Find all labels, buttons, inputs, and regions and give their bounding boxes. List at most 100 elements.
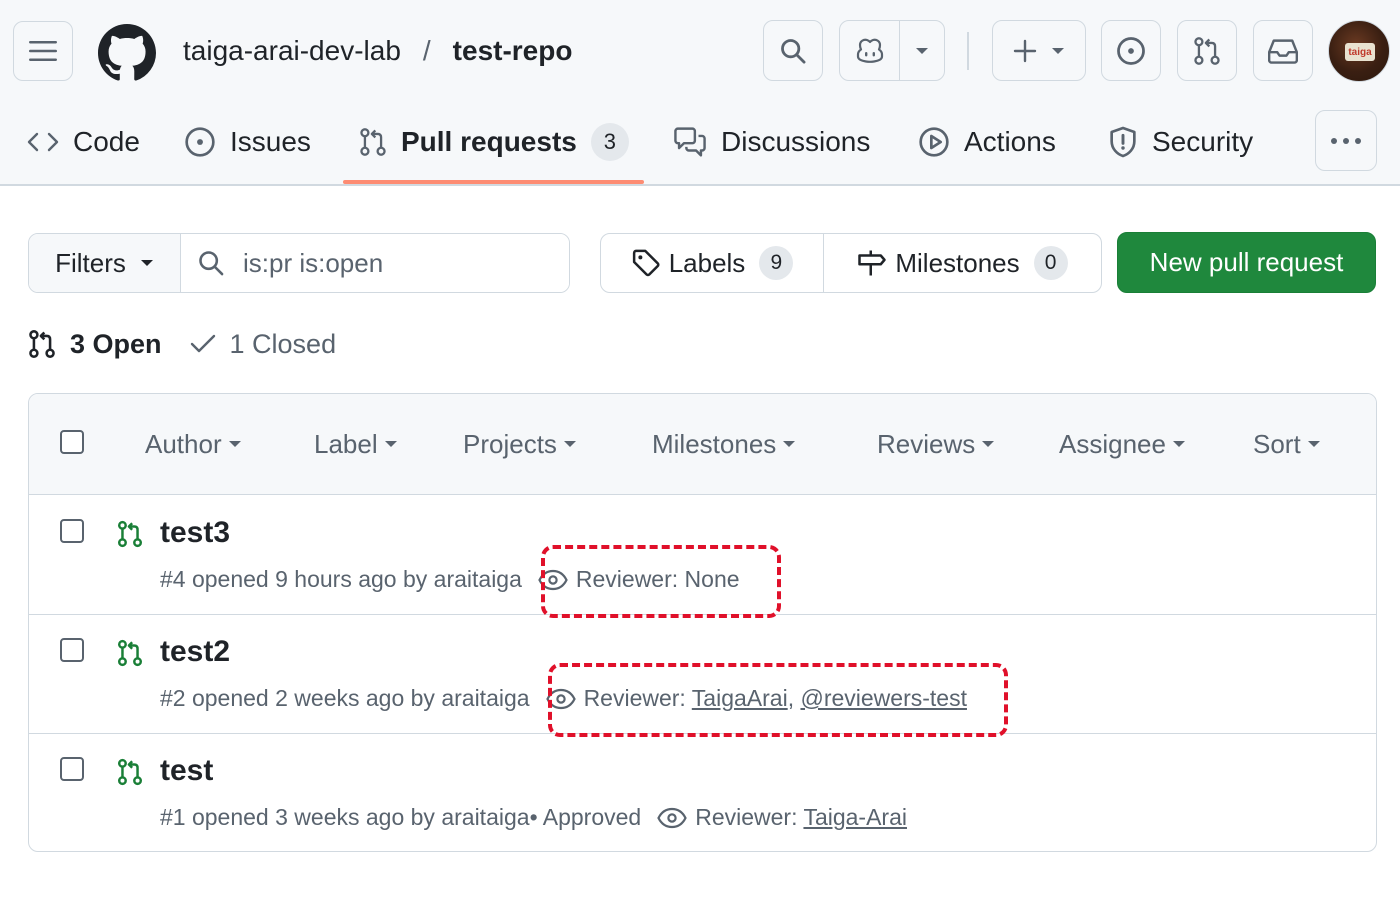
milestones-button-label: Milestones [895,247,1020,278]
closed-prs-link[interactable]: 1 Closed [190,329,336,360]
github-logo-icon[interactable] [98,24,156,82]
copilot-menu-button[interactable] [900,21,944,80]
pr-select-checkbox[interactable] [60,638,84,662]
comment-discussion-icon [674,127,706,157]
inbox-button[interactable] [1253,20,1313,81]
pr-opened-info: #2 opened 2 weeks ago by araitaiga [160,685,530,711]
issue-opened-icon [1117,36,1145,65]
assignee-filter-button[interactable]: Assignee [1059,424,1186,464]
pr-select-checkbox[interactable] [60,757,84,781]
breadcrumb-separator: / [422,35,431,66]
tab-actions[interactable]: Actions [918,112,1056,172]
list-header: Author Label Projects Milestones Reviews… [29,394,1376,495]
new-pull-request-button[interactable]: New pull request [1117,232,1376,293]
tab-pull-requests[interactable]: Pull requests 3 [359,112,629,172]
tab-discussions-label: Discussions [721,126,871,157]
copilot-button-group [839,20,945,81]
tab-code[interactable]: Code [27,112,140,172]
git-pull-request-icon [1194,36,1220,65]
tab-issues[interactable]: Issues [184,112,311,172]
tab-actions-label: Actions [964,126,1056,157]
app-header: taiga-arai-dev-lab / test-repo taiga Cod… [0,0,1400,186]
milestones-count-badge: 0 [1033,246,1068,280]
select-all-checkbox[interactable] [60,430,84,454]
pr-title-link[interactable]: test2 [160,635,230,669]
check-icon [190,334,215,353]
author-filter-button[interactable]: Author [145,424,242,464]
filter-search-field[interactable] [181,234,569,292]
pr-title-link[interactable]: test3 [160,516,230,550]
inbox-icon [1268,38,1298,64]
tab-security[interactable]: Security [1108,112,1253,172]
milestones-filter-button[interactable]: Milestones [652,424,796,464]
filter-search-input[interactable] [243,247,543,279]
pr-opened-info: #1 opened 3 weeks ago by araitaiga [160,804,530,830]
search-icon [199,251,224,276]
projects-filter-button[interactable]: Projects [463,424,577,464]
tab-code-label: Code [73,126,140,157]
more-tabs-button[interactable] [1315,110,1377,171]
labels-button[interactable]: Labels 9 [601,234,824,292]
labels-button-label: Labels [668,247,746,278]
header-divider [967,32,969,70]
pr-select-checkbox[interactable] [60,519,84,543]
git-pull-request-open-icon [117,639,143,667]
triangle-down-icon [384,441,397,447]
open-prs-link[interactable]: 3 Open [28,329,162,360]
code-icon [27,132,59,152]
search-button[interactable] [763,20,823,81]
triangle-down-icon [783,441,796,447]
triangle-down-icon [228,441,241,447]
repo-nav: Code Issues Pull requests 3 Discussions … [0,112,1400,172]
label-filter-button[interactable]: Label [314,424,398,464]
filter-bar: Filters [28,233,570,293]
git-pull-request-icon [29,330,55,358]
breadcrumb: taiga-arai-dev-lab / test-repo [183,32,572,70]
menu-button[interactable] [13,21,73,81]
pull-requests-count-badge: 3 [590,123,629,161]
plus-icon [1013,39,1037,62]
tab-pull-requests-label: Pull requests [401,126,577,157]
open-prs-label: 3 Open [70,328,162,359]
tab-discussions[interactable]: Discussions [673,112,870,172]
labels-milestones-group: Labels 9 Milestones 0 [600,233,1102,293]
your-pull-requests-button[interactable] [1177,20,1237,81]
selected-tab-underline [343,180,644,184]
tab-security-label: Security [1152,126,1254,157]
filters-button-label: Filters [55,247,126,278]
reviews-filter-button[interactable]: Reviews [877,424,995,464]
copilot-button[interactable] [840,21,900,80]
pr-review-status[interactable]: • Approved [530,804,642,831]
pr-reviewers: Reviewer: Taiga-Arai [657,804,907,831]
pull-request-list: Author Label Projects Milestones Reviews… [28,393,1377,852]
kebab-horizontal-icon [1331,137,1361,144]
triangle-down-icon [563,441,576,447]
triangle-down-icon [1052,47,1064,54]
user-avatar[interactable]: taiga [1328,20,1390,82]
sort-button[interactable]: Sort [1253,424,1321,464]
eye-icon [657,807,687,828]
reviewer-prefix: Reviewer: [695,804,804,830]
sort-label: Sort [1253,428,1301,459]
filters-button[interactable]: Filters [29,234,181,292]
tag-icon [632,249,660,277]
annotation-highlight-box [541,545,781,618]
shield-icon [1110,126,1136,158]
create-new-button[interactable] [992,20,1086,81]
issue-opened-icon [185,127,215,157]
breadcrumb-repo-link[interactable]: test-repo [453,32,573,70]
breadcrumb-owner-link[interactable]: taiga-arai-dev-lab [183,32,401,70]
reviewer-info: Reviewer: Taiga-Arai [695,804,907,831]
pr-state-toggle: 3 Open 1 Closed [28,322,336,366]
reviewer-link[interactable]: Taiga-Arai [803,804,907,830]
annotation-highlight-box [548,663,1008,737]
pr-title-link[interactable]: test [160,754,213,788]
triangle-down-icon [982,441,995,447]
triangle-down-icon [1172,441,1185,447]
milestones-button[interactable]: Milestones 0 [824,234,1101,292]
search-icon [781,38,806,63]
triangle-down-icon [140,260,153,266]
pr-opened-info: #4 opened 9 hours ago by araitaiga [160,566,522,592]
your-issues-button[interactable] [1101,20,1161,81]
git-pull-request-open-icon [117,520,143,548]
